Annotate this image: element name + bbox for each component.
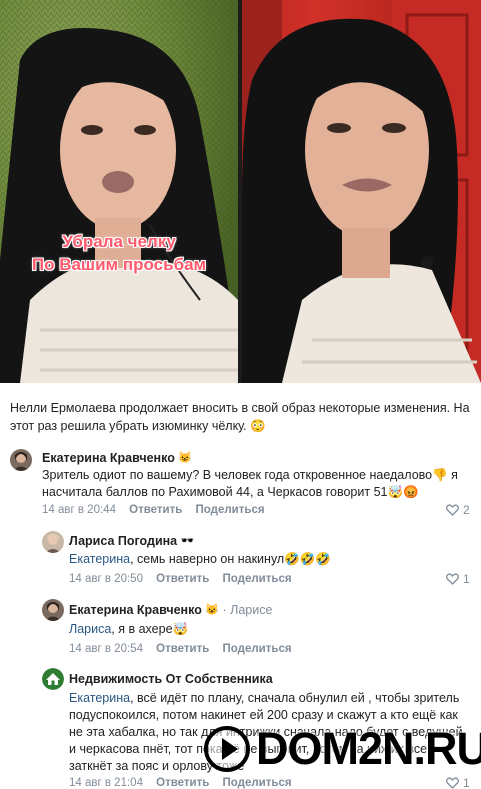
comment-author-name[interactable]: Лариса Погодина (69, 534, 177, 548)
comment-author-name[interactable]: Екатерина Кравченко (69, 603, 202, 617)
comment-meta: 14 авг в 20:50 Ответить Поделиться (69, 573, 292, 585)
reply-mention-link[interactable]: Лариса (69, 622, 111, 636)
reply-target[interactable]: · Ларисе (223, 603, 273, 617)
author-badge-icon: 😺 (178, 452, 193, 465)
share-button[interactable]: Поделиться (196, 504, 265, 516)
reply-mention-link[interactable]: Екатерина (69, 552, 130, 566)
comment-text: Лариса, я в ахере🤯 (69, 621, 469, 638)
heart-icon (446, 504, 459, 516)
comment-time[interactable]: 14 авг в 20:44 (42, 504, 116, 516)
watermark-text: DOM2N.RU (256, 723, 481, 774)
reply-button[interactable]: Ответить (156, 643, 209, 655)
comment-text: Екатерина, семь наверно он накинул🤣🤣🤣 (69, 551, 469, 568)
share-button[interactable]: Поделиться (223, 573, 292, 585)
avatar-image (42, 599, 64, 621)
comment-author[interactable]: Екатерина Кравченко 😺 · Ларисе (69, 603, 272, 617)
comment-time[interactable]: 14 авг в 21:04 (69, 777, 143, 789)
avatar[interactable] (42, 668, 64, 690)
reply-mention-link[interactable]: Екатерина (69, 691, 130, 705)
watermark: DOM2N.RU (198, 721, 481, 783)
comment-author-name[interactable]: Недвижимость От Собственника (69, 672, 273, 686)
comment-time[interactable]: 14 авг в 20:54 (69, 643, 143, 655)
comment-author[interactable]: Недвижимость От Собственника (69, 672, 273, 686)
avatar[interactable] (42, 531, 64, 553)
house-logo-icon (42, 668, 64, 690)
reply-button[interactable]: Ответить (156, 573, 209, 585)
photo-overlay-line-2: По Вашим просьбам (31, 255, 207, 274)
post-photos[interactable]: Убрала челку По Вашим просьбам (0, 0, 481, 383)
play-icon (204, 726, 250, 772)
avatar-image (42, 531, 64, 553)
comment-meta: 14 авг в 20:44 Ответить Поделиться (42, 504, 265, 516)
author-badge-icon: 😺 (205, 604, 220, 617)
comment-author-name[interactable]: Екатерина Кравченко (42, 451, 175, 465)
comment-text-body: , я в ахере🤯 (111, 622, 189, 636)
comment-time[interactable]: 14 авг в 20:50 (69, 573, 143, 585)
avatar[interactable] (10, 449, 32, 471)
like-count: 2 (463, 503, 470, 517)
comment-text: Зритель одиот по вашему? В человек года … (42, 468, 458, 499)
like-count: 1 (463, 572, 470, 586)
comment-meta: 14 авг в 20:54 Ответить Поделиться (69, 643, 292, 655)
photo-left-illustration (0, 0, 238, 383)
avatar[interactable] (42, 599, 64, 621)
share-button[interactable]: Поделиться (223, 643, 292, 655)
avatar-image (10, 449, 32, 471)
reply-button[interactable]: Ответить (129, 504, 182, 516)
photo-overlay-line-1: Убрала челку (62, 232, 176, 251)
post-text: Нелли Ермолаева продолжает вносить в сво… (10, 401, 470, 433)
heart-icon (446, 573, 459, 585)
photo-left[interactable]: Убрала челку По Вашим просьбам (0, 0, 238, 383)
comment-text-body: , семь наверно он накинул🤣🤣🤣 (130, 552, 331, 566)
comment-author[interactable]: Лариса Погодина 🕶️ (69, 534, 194, 548)
photo-right[interactable] (242, 0, 481, 383)
photo-right-illustration (242, 0, 481, 383)
author-badge-icon: 🕶️ (180, 535, 195, 548)
comment-author[interactable]: Екатерина Кравченко 😺 (42, 451, 192, 465)
like-button[interactable]: 1 (446, 572, 470, 586)
like-button[interactable]: 2 (446, 503, 470, 517)
